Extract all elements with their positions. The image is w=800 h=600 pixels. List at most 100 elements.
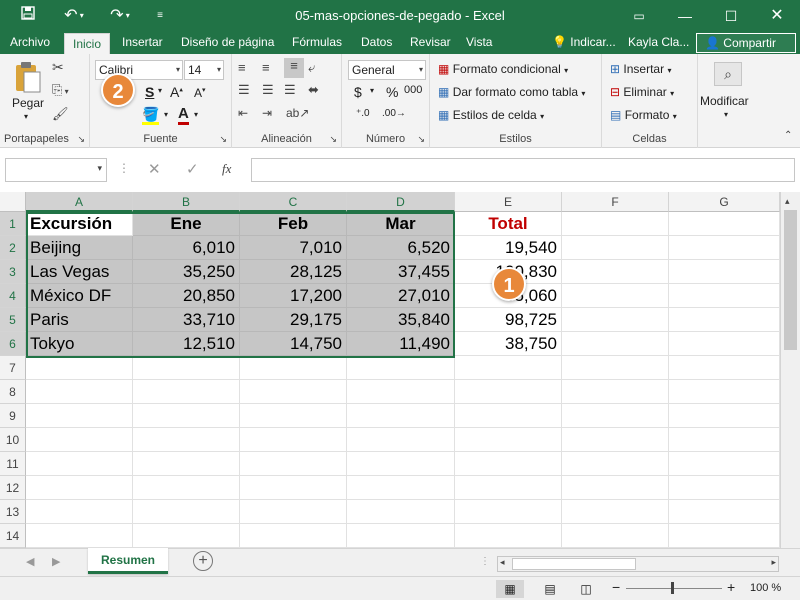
cell-a3[interactable]: Las Vegas (26, 260, 133, 284)
row-header-3[interactable]: 3 (0, 260, 26, 284)
prev-sheet-icon[interactable]: ◀ (26, 555, 34, 568)
scroll-left-icon[interactable]: ◂ (500, 557, 505, 568)
cell-d6[interactable]: 11,490 (347, 332, 455, 356)
cell-d14[interactable] (347, 524, 455, 548)
cell-a10[interactable] (26, 428, 133, 452)
cell-e8[interactable] (455, 380, 562, 404)
row-header-13[interactable]: 13 (0, 500, 26, 524)
cell-d8[interactable] (347, 380, 455, 404)
zoom-out-icon[interactable]: − (612, 579, 620, 595)
row-header-14[interactable]: 14 (0, 524, 26, 548)
font-color-icon[interactable]: A (178, 106, 189, 125)
row-header-1[interactable]: 1 (0, 212, 26, 236)
cell-g3[interactable] (669, 260, 780, 284)
row-header-9[interactable]: 9 (0, 404, 26, 428)
chevron-down-icon[interactable]: ▾ (194, 110, 198, 119)
wrap-text-icon[interactable]: ⤶ (308, 60, 315, 76)
cell-e11[interactable] (455, 452, 562, 476)
cell-e12[interactable] (455, 476, 562, 500)
row-header-12[interactable]: 12 (0, 476, 26, 500)
cell-g8[interactable] (669, 380, 780, 404)
cell-b13[interactable] (133, 500, 240, 524)
currency-icon[interactable]: $ (354, 84, 362, 100)
cell-c7[interactable] (240, 356, 347, 380)
tab-inicio[interactable]: Inicio (64, 33, 111, 54)
cell-e6[interactable]: 38,750 (455, 332, 562, 356)
cut-icon[interactable]: ✂ (52, 59, 64, 76)
scroll-up-icon[interactable]: ▴ (785, 196, 790, 207)
cell-g14[interactable] (669, 524, 780, 548)
align-left-icon[interactable]: ☰ (238, 82, 250, 98)
conditional-formatting-button[interactable]: ▦ Formato condicional ▾ (438, 62, 568, 76)
insert-cells-button[interactable]: ⊞ Insertar ▾ (610, 62, 671, 76)
chevron-down-icon[interactable]: ▾ (158, 86, 162, 95)
cell-a11[interactable] (26, 452, 133, 476)
chevron-down-icon[interactable]: ▾ (370, 86, 374, 95)
cell-c10[interactable] (240, 428, 347, 452)
align-right-icon[interactable]: ☰ (284, 82, 296, 98)
delete-cells-button[interactable]: ⊟ Eliminar ▾ (610, 85, 674, 99)
cell-f1[interactable] (562, 212, 669, 236)
cell-styles-button[interactable]: ▦ Estilos de celda ▾ (438, 108, 544, 122)
cell-d4[interactable]: 27,010 (347, 284, 455, 308)
cell-a12[interactable] (26, 476, 133, 500)
ribbon-display-icon[interactable]: ▭ (616, 0, 662, 32)
cell-b8[interactable] (133, 380, 240, 404)
cell-e2[interactable]: 19,540 (455, 236, 562, 260)
cell-b10[interactable] (133, 428, 240, 452)
percent-icon[interactable]: % (386, 84, 398, 100)
normal-view-icon[interactable]: ▦ (496, 580, 524, 598)
decrease-decimal-icon[interactable]: .00→ (382, 108, 406, 119)
tab-archivo[interactable]: Archivo (2, 32, 58, 54)
cell-d10[interactable] (347, 428, 455, 452)
cell-g2[interactable] (669, 236, 780, 260)
cell-c2[interactable]: 7,010 (240, 236, 347, 260)
paste-label[interactable]: Pegar (12, 96, 44, 110)
cell-g10[interactable] (669, 428, 780, 452)
cell-g11[interactable] (669, 452, 780, 476)
maximize-button[interactable]: ☐ (708, 0, 754, 32)
tab-revisar[interactable]: Revisar (402, 32, 459, 54)
tab-insertar[interactable]: Insertar (114, 32, 171, 54)
align-middle-icon[interactable]: ≡ (262, 60, 270, 75)
cell-g4[interactable] (669, 284, 780, 308)
cell-a2[interactable]: Beijing (26, 236, 133, 260)
cancel-icon[interactable]: ✕ (148, 160, 161, 178)
decrease-indent-icon[interactable]: ⇤ (238, 106, 248, 120)
cell-f13[interactable] (562, 500, 669, 524)
row-header-7[interactable]: 7 (0, 356, 26, 380)
insert-function-icon[interactable]: fx (222, 161, 231, 177)
strikethrough-icon[interactable]: S (145, 84, 154, 100)
minimize-button[interactable]: — (662, 0, 708, 32)
cell-a8[interactable] (26, 380, 133, 404)
zoom-in-icon[interactable]: + (727, 579, 735, 595)
thousands-icon[interactable]: 000 (404, 84, 422, 96)
cell-c6[interactable]: 14,750 (240, 332, 347, 356)
cell-f6[interactable] (562, 332, 669, 356)
cell-g5[interactable] (669, 308, 780, 332)
row-header-4[interactable]: 4 (0, 284, 26, 308)
cell-e7[interactable] (455, 356, 562, 380)
cell-f2[interactable] (562, 236, 669, 260)
number-launcher-icon[interactable]: ↘ (417, 134, 425, 145)
cell-d5[interactable]: 35,840 (347, 308, 455, 332)
cell-a14[interactable] (26, 524, 133, 548)
cell-d11[interactable] (347, 452, 455, 476)
paste-icon[interactable] (12, 60, 44, 94)
cell-c13[interactable] (240, 500, 347, 524)
row-header-10[interactable]: 10 (0, 428, 26, 452)
cell-g9[interactable] (669, 404, 780, 428)
tab-formulas[interactable]: Fórmulas (284, 32, 350, 54)
cell-b11[interactable] (133, 452, 240, 476)
column-header-b[interactable]: B (133, 192, 240, 212)
binoculars-icon[interactable]: ⌕ (714, 62, 742, 86)
cell-a13[interactable] (26, 500, 133, 524)
sheet-tab-resumen[interactable]: Resumen (88, 548, 168, 574)
cell-a5[interactable]: Paris (26, 308, 133, 332)
format-painter-icon[interactable]: 🖌 (52, 106, 69, 122)
cell-f4[interactable] (562, 284, 669, 308)
h-scroll-thumb[interactable] (512, 558, 636, 570)
cell-g1[interactable] (669, 212, 780, 236)
cell-d3[interactable]: 37,455 (347, 260, 455, 284)
cell-b12[interactable] (133, 476, 240, 500)
